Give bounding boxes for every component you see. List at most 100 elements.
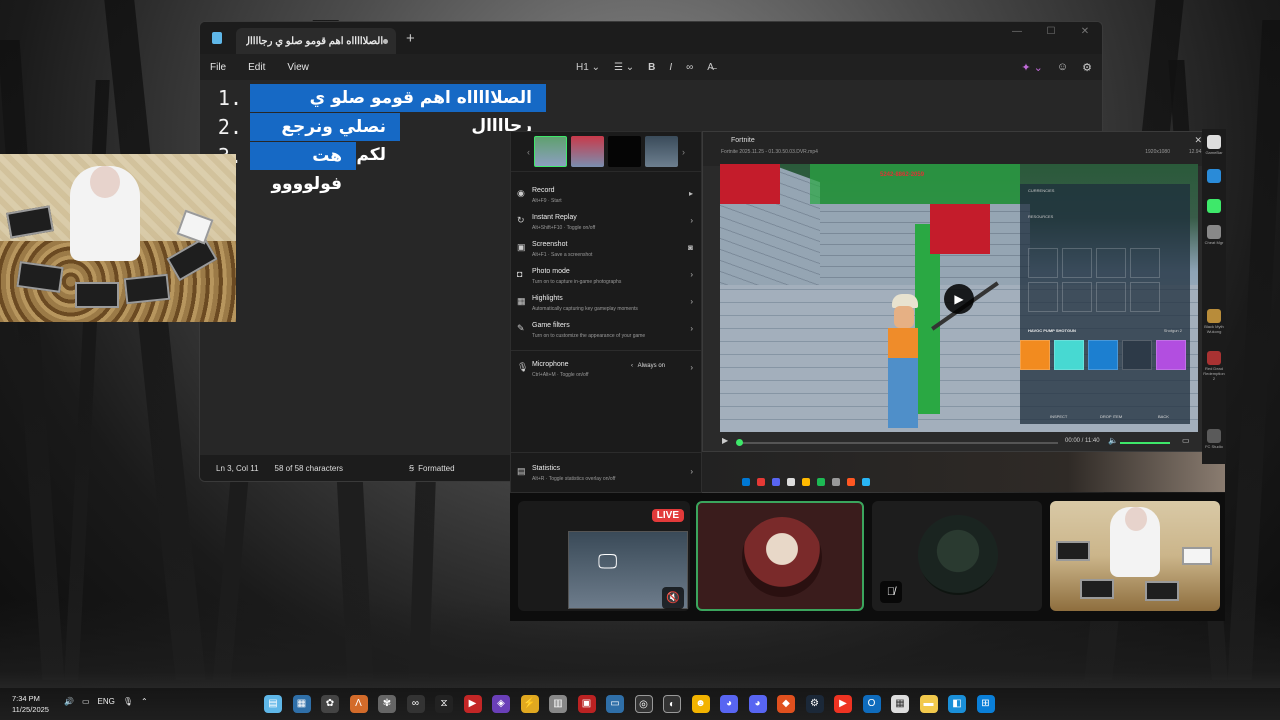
next-arrow-icon[interactable]: › [682,147,685,157]
new-tab-icon[interactable]: + [406,30,415,47]
capture-thumbnail[interactable] [645,136,678,167]
discord-icon[interactable]: ◕ [748,695,767,713]
maximize-icon[interactable]: ☐ [1034,22,1068,42]
brave-icon[interactable]: ◆ [777,695,795,713]
clear-format-icon[interactable]: A̶ [707,62,714,73]
desktop-shortcut-label: Red Dead Redemption 2 [1203,366,1225,381]
desktop-shortcut-icon[interactable] [1207,351,1221,365]
list-dropdown-icon[interactable]: ☰ ⌄ [614,62,634,73]
gamebar-screenshot[interactable]: ▣ Screenshot Alt+F1 · Save a screenshot … [517,240,693,266]
seek-knob[interactable] [736,439,743,446]
network-icon[interactable]: ▭ [82,697,90,706]
settings-gear-icon[interactable]: ⚙ [1082,61,1092,74]
capcut-icon[interactable]: ⧖ [435,695,453,713]
gamebar-photo-mode[interactable]: ◘ Photo mode Turn on to capture in-game … [517,267,693,293]
participant-tile-webcam[interactable] [1050,501,1220,611]
desktop-shortcut-icon[interactable] [1207,169,1221,183]
gamebar-instant-replay[interactable]: ↻ Instant Replay Alt+Shift+F10 · Toggle … [517,213,693,239]
prev-arrow-icon[interactable]: ‹ [527,147,530,157]
participant-tile[interactable]: 🎙̸ [872,501,1042,611]
file-explorer-icon[interactable]: ▬ [919,695,938,713]
menu-file[interactable]: File [210,62,226,73]
capture-thumbnail[interactable] [534,136,567,167]
gamebar-highlights[interactable]: ▦ Highlights Automatically capturing key… [517,294,693,320]
gameplay-video[interactable]: 5242-8862-2059 CURRENCIES RESOURCES HAVO… [720,164,1198,432]
record-icon: ◉ [517,188,525,198]
avatar [918,515,998,595]
gamebar-statistics[interactable]: ▤ Statistics Alt+R · Toggle statistics o… [517,464,693,490]
play-icon[interactable]: ▶ [944,284,974,314]
capture-thumbnail[interactable] [571,136,604,167]
chevron-up-icon[interactable]: ⌃ [141,697,148,706]
notepad-tab[interactable]: الصلاااااه اهم قومو صلو ي رجاااال [236,28,396,54]
capture-thumbnail[interactable] [608,136,641,167]
app-icon[interactable]: ✿ [321,695,339,713]
volume-icon[interactable]: 🔊 [64,697,74,706]
taskbar-apps: ▤ ▦ ✿ Λ ✾ ∞ ⧖ ▶ ◈ ⚡ ▥ ▣ ▭ ◎ ◐ ☻ ◕ ◕ ◆ ⚙ … [264,695,995,713]
inv-action[interactable]: DROP ITEM [1100,414,1122,419]
play-small-icon[interactable]: ▶ [722,436,728,445]
heading-dropdown[interactable]: H1 ⌄ [576,62,600,73]
discord-icon[interactable]: ◕ [720,695,738,713]
desktop-shortcut-icon[interactable] [1207,135,1221,149]
app-icon[interactable]: ▭ [606,695,624,713]
menu-view[interactable]: View [287,62,309,73]
char-count: 58 of 58 characters [274,463,344,473]
inv-action[interactable]: INSPECT [1050,414,1067,419]
unsaved-dot-icon[interactable] [383,38,388,44]
desktop-shortcut-icon[interactable] [1207,225,1221,239]
volume-icon[interactable]: 🔈 [1108,436,1118,445]
app-icon[interactable]: ⚡ [520,695,539,713]
bold-icon[interactable]: B [648,62,655,73]
copilot-icon[interactable]: ✦ ⌄ [1021,61,1043,74]
camera-icon: ◙ [688,243,693,252]
desktop-shortcut-icon[interactable] [1207,429,1221,443]
youtube-icon[interactable]: ▶ [834,695,852,713]
microphone-icon[interactable]: 🎙 [123,697,133,706]
app-icon[interactable]: ◧ [948,695,966,713]
app-icon[interactable]: ▥ [549,695,567,713]
close-icon[interactable]: ✕ [1068,22,1102,42]
app-icon[interactable]: ∞ [406,695,425,713]
account-icon[interactable]: ☺ [1057,61,1068,73]
hud-code: 5242-8862-2059 [880,172,925,178]
stream-tile[interactable]: 🖵 LIVE 🔇 [518,501,690,611]
language-indicator[interactable]: ENG [98,697,115,706]
minimize-icon[interactable]: — [1000,22,1034,42]
app-icon[interactable]: ◐ [663,695,681,713]
outlook-icon[interactable]: O [862,695,881,713]
folder-icon[interactable]: ▭ [1182,436,1190,445]
media-player-icon[interactable]: ▶ [463,695,482,713]
app-icon[interactable]: ☻ [691,695,710,713]
app-icon[interactable]: ▣ [577,695,596,713]
gamebar-game-filters[interactable]: ✎ Game filters Turn on to customize the … [517,321,693,347]
store-icon[interactable]: ▦ [891,695,909,713]
desktop-shortcut-icon[interactable] [1207,199,1221,213]
cursor-position: Ln 3, Col 11 [216,463,259,473]
obs-icon[interactable]: ◎ [634,695,653,713]
steam-icon[interactable]: ⚙ [805,695,824,713]
menu-edit[interactable]: Edit [248,62,265,73]
notepad-icon[interactable]: ▤ [264,695,282,713]
inv-action[interactable]: BACK [1158,414,1169,419]
participant-tile-active[interactable] [696,501,864,611]
mic-mode-select[interactable]: ‹ Always on [631,363,665,369]
seek-bar[interactable] [738,442,1058,444]
windows-start-icon[interactable]: ⊞ [976,695,995,713]
app-icon[interactable]: Λ [349,695,368,713]
link-icon[interactable]: ∞ [686,62,693,73]
app-icon[interactable]: ◈ [492,695,510,713]
muted-speaker-icon[interactable]: 🔇 [662,587,684,609]
app-icon[interactable]: ✾ [378,695,396,713]
photos-icon[interactable]: ▦ [292,695,311,713]
volume-slider[interactable] [1120,442,1170,444]
gamebar-record[interactable]: ◉ Record Alt+F9 · Start ▸ [517,186,693,212]
desktop-shortcut-icon[interactable] [1207,309,1221,323]
clock[interactable]: 7:34 PM 11/25/2025 [12,693,49,715]
close-icon[interactable]: ✕ [1194,135,1202,146]
formatting-toolbar: H1 ⌄ ☰ ⌄ B I ∞ A̶ [576,54,714,80]
italic-icon[interactable]: I [669,62,672,73]
gamebar-microphone[interactable]: 🎙 Microphone Ctrl+Alt+M · Toggle on/off … [517,360,693,386]
captured-taskbar [702,452,1225,492]
format-mode[interactable]: Formatted [418,464,454,473]
